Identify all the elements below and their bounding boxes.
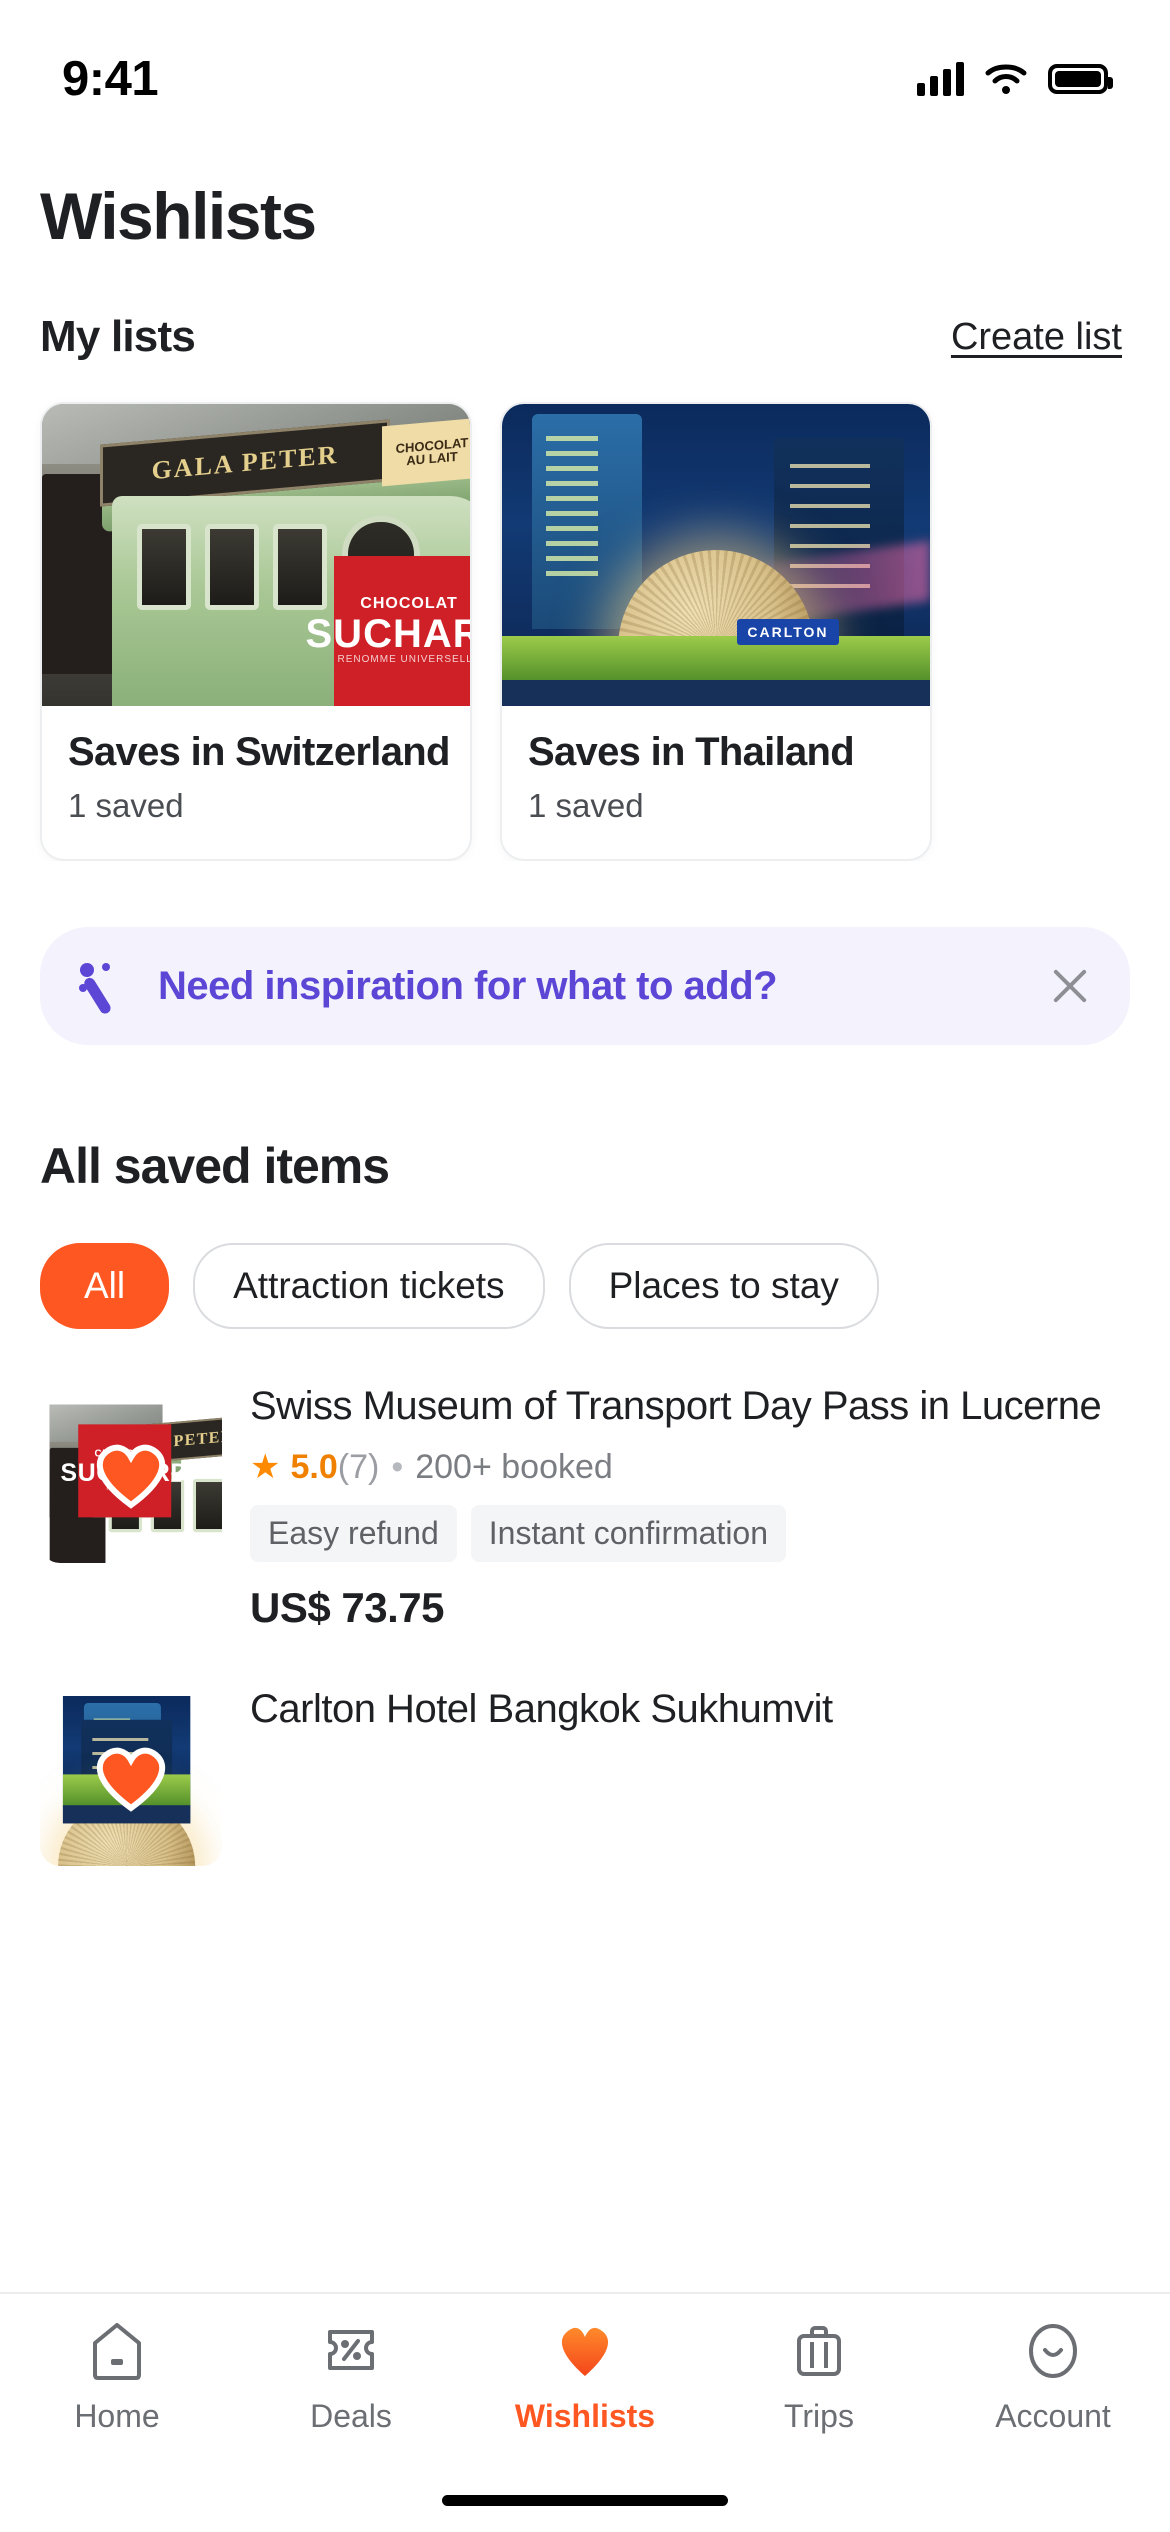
tram-board-text: GALA PETER [151,439,339,486]
close-icon[interactable] [1044,960,1096,1012]
wishlist-card-image-switzerland: GALA PETER CHOCOLAT AU LAIT CHOCOLAT SUC… [42,404,470,706]
wishlist-card-count: 1 saved [68,787,184,824]
saved-item-price: US$ 73.75 [250,1584,444,1632]
saved-item-title: Carlton Hotel Bangkok Sukhumvit [250,1687,833,1732]
tab-label-account: Account [995,2398,1111,2434]
tram-ad-line-2: AU LAIT [406,448,458,469]
cellular-signal-icon [917,62,964,96]
filter-chip-places-to-stay[interactable]: Places to stay [568,1243,879,1329]
inspiration-banner-text: Need inspiration for what to add? [158,963,778,1008]
saved-item-thumbnail[interactable] [40,1684,222,1867]
saved-item-row[interactable]: Carlton Hotel Bangkok Sukhumvit [0,1632,1170,1867]
wishlist-card-title: Saves in Thailand [528,730,855,774]
page-title: Wishlists [40,179,317,253]
filter-chip-group[interactable]: All Attraction tickets Places to stay [0,1195,1170,1329]
tab-label-home: Home [74,2398,160,2434]
status-bar: 9:41 [0,0,1170,118]
star-icon: ★ [250,1448,281,1487]
create-list-link[interactable]: Create list [951,316,1122,359]
saved-item-rating: ★ 5.0 (7) • 200+ booked [250,1447,1138,1487]
all-saved-items-title: All saved items [40,1138,390,1194]
my-lists-header: My lists Create list [0,254,1170,362]
badge-instant-confirmation: Instant confirmation [470,1505,787,1563]
tab-account[interactable]: Account [936,2320,1170,2435]
rating-separator: • [391,1447,404,1486]
rating-value: 5.0 [290,1447,338,1486]
saved-item-title: Swiss Museum of Transport Day Pass in Lu… [250,1384,1102,1428]
smiley-face-icon [1024,2320,1082,2382]
tab-label-trips: Trips [784,2398,854,2434]
suitcase-icon [791,2320,847,2382]
battery-icon [1048,64,1113,94]
wishlist-card-count: 1 saved [528,787,644,824]
tab-trips[interactable]: Trips [702,2320,936,2435]
heart-icon [554,2320,616,2382]
filter-chip-attraction-tickets[interactable]: Attraction tickets [193,1243,545,1329]
tab-label-wishlists: Wishlists [514,2398,656,2434]
magic-wand-sparkle-icon [70,954,134,1018]
wishlist-card-thailand[interactable]: CARLTON Saves in Thailand 1 saved [500,402,932,861]
my-lists-title: My lists [40,312,196,361]
saved-item-badges: Easy refund Instant confirmation [250,1505,1138,1563]
booked-count: 200+ booked [415,1447,613,1486]
wishlist-cards-scroller[interactable]: GALA PETER CHOCOLAT AU LAIT CHOCOLAT SUC… [0,362,1170,861]
tab-home[interactable]: Home [0,2320,234,2435]
home-icon [89,2320,145,2382]
wishlist-card-title: Saves in Switzerland [68,730,450,774]
heart-icon[interactable] [88,1429,174,1515]
saved-item-thumbnail[interactable]: GALA PETER CHOCOLATAU LAIT CHOCOLATSUCHA… [40,1381,222,1563]
tab-wishlists[interactable]: Wishlists [468,2320,702,2435]
filter-chip-all[interactable]: All [40,1243,170,1329]
badge-easy-refund: Easy refund [250,1505,457,1563]
tram-red-ad-top: CHOCOLAT [360,595,458,613]
saved-item-row[interactable]: GALA PETER CHOCOLATAU LAIT CHOCOLATSUCHA… [0,1329,1170,1632]
tram-red-ad-main: SUCHARD [305,612,471,657]
wifi-icon [984,62,1028,96]
rating-review-count: (7) [337,1447,380,1486]
tab-label-deals: Deals [310,2398,392,2434]
wishlist-card-image-thailand: CARLTON [502,404,930,706]
tab-deals[interactable]: Deals [234,2320,468,2435]
ticket-percent-icon [322,2320,380,2382]
home-indicator [442,2495,728,2506]
heart-icon[interactable] [88,1732,174,1818]
tram-red-ad-sub: RENOMME UNIVERSELLE [337,654,470,666]
status-bar-time: 9:41 [62,52,159,106]
sphere-carlton-badge: CARLTON [737,619,839,645]
status-bar-icons [917,62,1113,96]
inspiration-banner[interactable]: Need inspiration for what to add? [40,927,1130,1045]
wishlist-card-switzerland[interactable]: GALA PETER CHOCOLAT AU LAIT CHOCOLAT SUC… [40,402,472,861]
